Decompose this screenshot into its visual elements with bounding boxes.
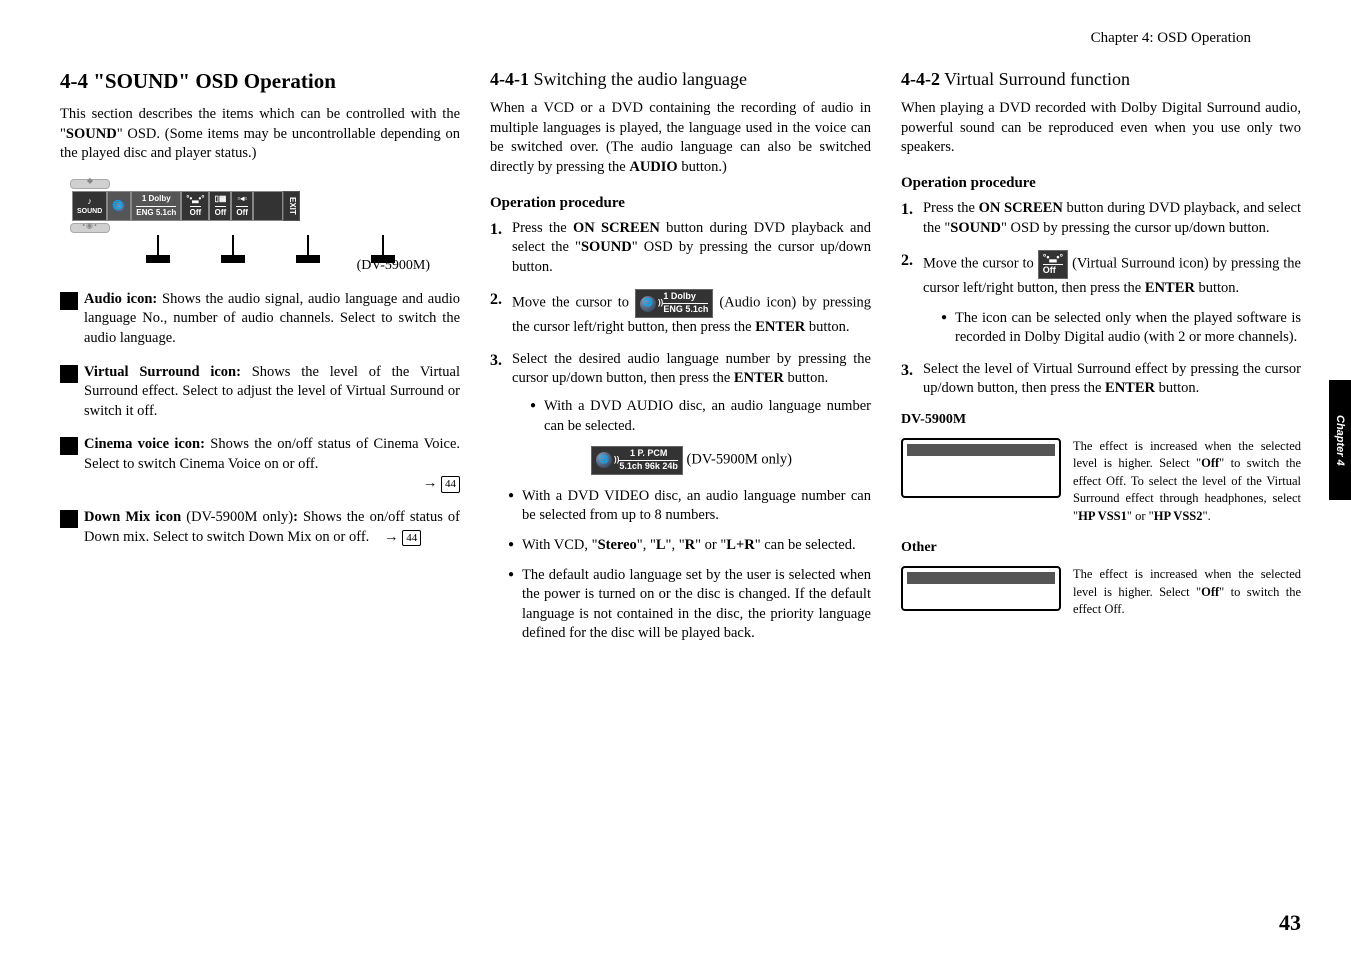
dm-off: Off (236, 206, 248, 219)
bullet: With a DVD VIDEO disc, an audio language… (508, 487, 871, 526)
osd-sound-cell: ♪ SOUND (72, 191, 107, 221)
side-tab: Chapter 4 (1329, 380, 1351, 500)
icon-item-audio: Audio icon: Shows the audio signal, audi… (60, 290, 460, 349)
diagram-caption: (DV-5900M) (60, 257, 460, 276)
bullets-441: With a DVD VIDEO disc, an audio language… (508, 487, 871, 644)
arrow-icon: → (423, 475, 438, 491)
other-effect-row: The effect is increased when the selecte… (901, 566, 1301, 619)
section-title: 4-4 "SOUND" OSD Operation (60, 67, 460, 95)
icon-item-vs: Virtual Surround icon: Shows the level o… (60, 363, 460, 422)
pageref: 44 (402, 530, 421, 547)
sound-label: SOUND (77, 207, 102, 216)
center-suffix: (DV-5900M only) (683, 452, 792, 468)
osd-exit: EXIT (283, 191, 300, 221)
step-2: Move the cursor to °•▂•°Off (Virtual Sur… (901, 250, 1301, 347)
step-3: Select the level of Virtual Surround eff… (901, 360, 1301, 399)
content-columns: 4-4 "SOUND" OSD Operation This section d… (60, 67, 1301, 654)
section-intro: This section describes the items which c… (60, 105, 460, 164)
marker-box (60, 292, 78, 310)
osd-dm-cell: ▫◂▫ Off (231, 191, 253, 221)
dv-label: DV-5900M (901, 411, 1301, 430)
ppcm-icon: 🌐))1 P. PCM5.1ch 96k 24b (591, 446, 683, 475)
marker-box (60, 510, 78, 528)
subsection-442-title: 4-4-2 Virtual Surround function (901, 67, 1301, 91)
osd-vs-cell: °•▂•° Off (181, 191, 209, 221)
vs-off: Off (190, 206, 202, 219)
audio-icon-inline: 🌐))1 DolbyENG 5.1ch (635, 289, 713, 318)
sub-title: Switching the audio language (529, 69, 747, 89)
icon-item-dm: Down Mix icon (DV-5900M only): Shows the… (60, 508, 460, 547)
osd-strip-bot (70, 223, 110, 233)
icon-item-cv: Cinema voice icon: Shows the on/off stat… (60, 435, 460, 494)
osd-diagram: ♪ SOUND 🌐 1 Dolby ENG 5.1ch °•▂•° Off (60, 179, 460, 276)
column-1: 4-4 "SOUND" OSD Operation This section d… (60, 67, 460, 654)
osd-bar: ♪ SOUND 🌐 1 Dolby ENG 5.1ch °•▂•° Off (72, 191, 300, 221)
step2-sub: The icon can be selected only when the p… (941, 309, 1301, 348)
osd-audio-cell: 🌐 (107, 191, 131, 221)
effect-box-dv (901, 438, 1061, 498)
page-number: 43 (1279, 910, 1301, 936)
osd-strip-top (70, 179, 110, 189)
dv-desc: The effect is increased when the selecte… (1073, 438, 1301, 526)
steps-442: Press the ON SCREEN button during DVD pl… (901, 199, 1301, 399)
osd-bar-row: ♪ SOUND 🌐 1 Dolby ENG 5.1ch °•▂•° Off (60, 191, 460, 221)
chapter-header: Chapter 4: OSD Operation (60, 30, 1301, 47)
sub441-intro: When a VCD or a DVD containing the recor… (490, 99, 871, 177)
column-3: 4-4-2 Virtual Surround function When pla… (901, 67, 1301, 654)
steps-441: Press the ON SCREEN button during DVD pl… (490, 219, 871, 475)
icon-name: Down Mix icon (84, 509, 181, 525)
step3-sub: With a DVD AUDIO disc, an audio language… (530, 397, 871, 436)
other-label: Other (901, 539, 1301, 558)
pageref: 44 (441, 476, 460, 493)
sub-num: 4-4-2 (901, 69, 940, 89)
step-3: Select the desired audio language number… (490, 350, 871, 475)
op-proc-label: Operation procedure (490, 193, 871, 213)
op-proc-label: Operation procedure (901, 173, 1301, 193)
effect-box-other (901, 566, 1061, 611)
note-icon: ♪ (87, 195, 92, 207)
osd-blank (253, 191, 283, 221)
dv-effect-row: The effect is increased when the selecte… (901, 438, 1301, 526)
step-2: Move the cursor to 🌐))1 DolbyENG 5.1ch (… (490, 289, 871, 337)
audio-bot: ENG 5.1ch (136, 206, 176, 219)
osd-audio-text: 1 Dolby ENG 5.1ch (131, 191, 181, 221)
marker-box (60, 365, 78, 383)
sub-num: 4-4-1 (490, 69, 529, 89)
cv-off: Off (215, 206, 227, 219)
subsection-441-title: 4-4-1 Switching the audio language (490, 67, 871, 91)
center-icon-block: 🌐))1 P. PCM5.1ch 96k 24b (DV-5900M only) (512, 446, 871, 475)
icon-suffix: (DV-5900M only) (181, 509, 293, 525)
sub442-intro: When playing a DVD recorded with Dolby D… (901, 99, 1301, 158)
sub-title: Virtual Surround function (940, 69, 1130, 89)
icon-name: Virtual Surround icon: (84, 364, 241, 380)
bullet: With VCD, "Stereo", "L", "R" or "L+R" ca… (508, 536, 871, 556)
osd-cv-cell: ▯▦ Off (209, 191, 231, 221)
icon-name: Cinema voice icon: (84, 436, 205, 452)
other-desc: The effect is increased when the selecte… (1073, 566, 1301, 619)
column-2: 4-4-1 Switching the audio language When … (490, 67, 871, 654)
icon-name: Audio icon: (84, 291, 157, 307)
step-1: Press the ON SCREEN button during DVD pl… (901, 199, 1301, 238)
arrow-icon: → (384, 529, 399, 545)
audio-top: 1 Dolby (142, 194, 171, 205)
bullet: The default audio language set by the us… (508, 566, 871, 644)
vs-icon-inline: °•▂•°Off (1038, 250, 1068, 279)
marker-box (60, 437, 78, 455)
step-1: Press the ON SCREEN button during DVD pl… (490, 219, 871, 278)
marker-lines (60, 235, 460, 255)
